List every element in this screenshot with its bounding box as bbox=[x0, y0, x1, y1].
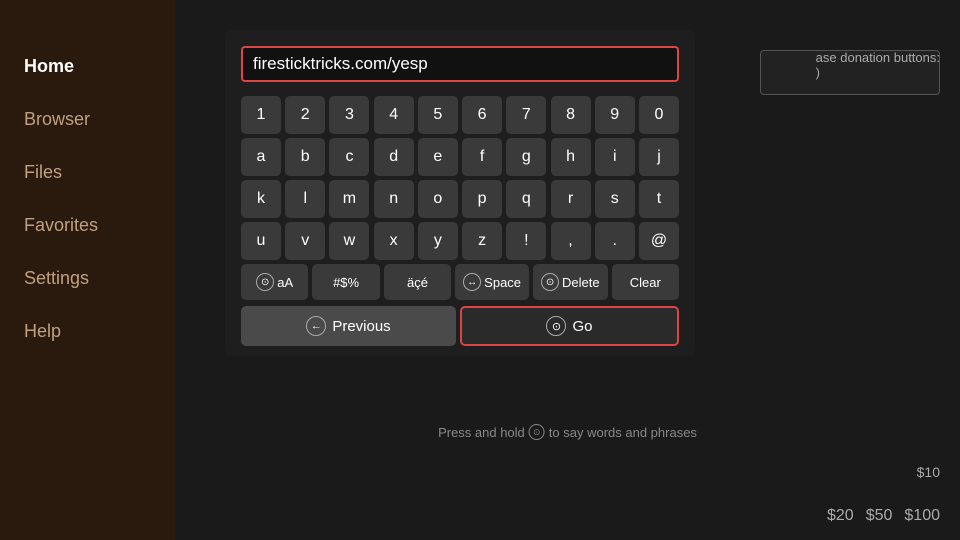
main-content: ase donation buttons: ) $10 $20 $50 $100… bbox=[175, 0, 960, 540]
press-hold-hint: Press and hold ⊙ to say words and phrase… bbox=[438, 424, 697, 440]
key-z[interactable]: z bbox=[462, 222, 502, 260]
url-input[interactable] bbox=[253, 54, 667, 74]
sidebar-item-help[interactable]: Help bbox=[0, 305, 175, 358]
key-o[interactable]: o bbox=[418, 180, 458, 218]
sidebar-item-browser[interactable]: Browser bbox=[0, 93, 175, 146]
amount-100: $100 bbox=[904, 507, 940, 525]
key-k[interactable]: k bbox=[241, 180, 281, 218]
key-d[interactable]: d bbox=[374, 138, 414, 176]
donation-row1: $10 bbox=[917, 464, 940, 480]
special-row: ⊙ aA #$% äçé ↔ Space ⊙ Delete bbox=[241, 264, 679, 300]
number-row: 1 2 3 4 5 6 7 8 9 0 bbox=[241, 96, 679, 134]
alpha-row-1: a b c d e f g h i j bbox=[241, 138, 679, 176]
key-p[interactable]: p bbox=[462, 180, 502, 218]
key-b[interactable]: b bbox=[285, 138, 325, 176]
key-5[interactable]: 5 bbox=[418, 96, 458, 134]
key-a[interactable]: a bbox=[241, 138, 281, 176]
keyboard-overlay: 1 2 3 4 5 6 7 8 9 0 a b c d e f g h bbox=[225, 30, 695, 356]
key-i[interactable]: i bbox=[595, 138, 635, 176]
key-period[interactable]: . bbox=[595, 222, 635, 260]
key-4[interactable]: 4 bbox=[374, 96, 414, 134]
key-at[interactable]: @ bbox=[639, 222, 679, 260]
key-y[interactable]: y bbox=[418, 222, 458, 260]
key-v[interactable]: v bbox=[285, 222, 325, 260]
key-t[interactable]: t bbox=[639, 180, 679, 218]
key-clear[interactable]: Clear bbox=[612, 264, 679, 300]
sidebar-item-files[interactable]: Files bbox=[0, 146, 175, 199]
sidebar-item-settings[interactable]: Settings bbox=[0, 252, 175, 305]
key-e[interactable]: e bbox=[418, 138, 458, 176]
key-8[interactable]: 8 bbox=[551, 96, 591, 134]
url-input-wrapper[interactable] bbox=[241, 46, 679, 82]
donation-row2: $20 $50 $100 bbox=[827, 507, 940, 525]
key-delete[interactable]: ⊙ Delete bbox=[533, 264, 608, 300]
key-comma[interactable]: , bbox=[551, 222, 591, 260]
key-q[interactable]: q bbox=[506, 180, 546, 218]
key-symbols[interactable]: #$% bbox=[312, 264, 379, 300]
key-r[interactable]: r bbox=[551, 180, 591, 218]
key-accents[interactable]: äçé bbox=[384, 264, 451, 300]
alpha-row-2: k l m n o p q r s t bbox=[241, 180, 679, 218]
amount-50: $50 bbox=[866, 507, 893, 525]
key-7[interactable]: 7 bbox=[506, 96, 546, 134]
key-c[interactable]: c bbox=[329, 138, 369, 176]
sidebar-item-home[interactable]: Home bbox=[0, 40, 175, 93]
key-exclaim[interactable]: ! bbox=[506, 222, 546, 260]
key-9[interactable]: 9 bbox=[595, 96, 635, 134]
key-2[interactable]: 2 bbox=[285, 96, 325, 134]
key-w[interactable]: w bbox=[329, 222, 369, 260]
sidebar: Home Browser Files Favorites Settings He… bbox=[0, 0, 175, 540]
key-3[interactable]: 3 bbox=[329, 96, 369, 134]
key-f[interactable]: f bbox=[462, 138, 502, 176]
donation-label: ase donation buttons: ) bbox=[816, 50, 940, 80]
key-g[interactable]: g bbox=[506, 138, 546, 176]
key-s[interactable]: s bbox=[595, 180, 635, 218]
key-j[interactable]: j bbox=[639, 138, 679, 176]
key-m[interactable]: m bbox=[329, 180, 369, 218]
go-button[interactable]: ⊙ Go bbox=[460, 306, 679, 346]
key-l[interactable]: l bbox=[285, 180, 325, 218]
key-1[interactable]: 1 bbox=[241, 96, 281, 134]
key-x[interactable]: x bbox=[374, 222, 414, 260]
key-space[interactable]: ↔ Space bbox=[455, 264, 529, 300]
previous-button[interactable]: ← Previous bbox=[241, 306, 456, 346]
key-h[interactable]: h bbox=[551, 138, 591, 176]
alpha-row-3: u v w x y z ! , . @ bbox=[241, 222, 679, 260]
mic-icon: ⊙ bbox=[529, 424, 545, 440]
key-0[interactable]: 0 bbox=[639, 96, 679, 134]
key-case[interactable]: ⊙ aA bbox=[241, 264, 308, 300]
bottom-nav: ← Previous ⊙ Go bbox=[241, 306, 679, 346]
amount-20: $20 bbox=[827, 507, 854, 525]
key-6[interactable]: 6 bbox=[462, 96, 502, 134]
virtual-keyboard: 1 2 3 4 5 6 7 8 9 0 a b c d e f g h bbox=[241, 96, 679, 346]
sidebar-item-favorites[interactable]: Favorites bbox=[0, 199, 175, 252]
key-u[interactable]: u bbox=[241, 222, 281, 260]
key-n[interactable]: n bbox=[374, 180, 414, 218]
